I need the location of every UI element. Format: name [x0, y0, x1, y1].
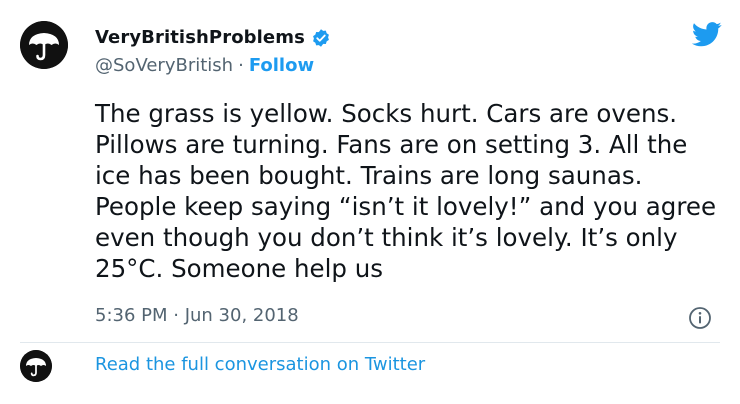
twitter-bird-icon[interactable]	[692, 22, 722, 47]
profile-avatar[interactable]	[20, 21, 68, 69]
info-icon[interactable]	[688, 306, 712, 330]
author-handle[interactable]: @SoVeryBritish	[95, 55, 233, 76]
tweet-card: VeryBritishProblems @SoVeryBritish · Fol…	[0, 0, 740, 404]
read-conversation-link[interactable]: Read the full conversation on Twitter	[95, 354, 425, 375]
follow-button[interactable]: Follow	[249, 55, 314, 76]
author-name-row: VeryBritishProblems	[95, 27, 331, 48]
tweet-text: The grass is yellow. Socks hurt. Cars ar…	[95, 99, 717, 283]
author-display-name[interactable]: VeryBritishProblems	[95, 27, 305, 48]
verified-badge-icon	[311, 28, 331, 48]
divider	[20, 342, 720, 343]
author-handle-row: @SoVeryBritish · Follow	[95, 55, 314, 76]
footer-avatar[interactable]	[20, 350, 52, 382]
umbrella-avatar-icon	[20, 350, 52, 382]
umbrella-avatar-icon	[20, 21, 68, 69]
separator-dot: ·	[238, 55, 244, 76]
tweet-timestamp[interactable]: 5:36 PM · Jun 30, 2018	[95, 305, 299, 326]
